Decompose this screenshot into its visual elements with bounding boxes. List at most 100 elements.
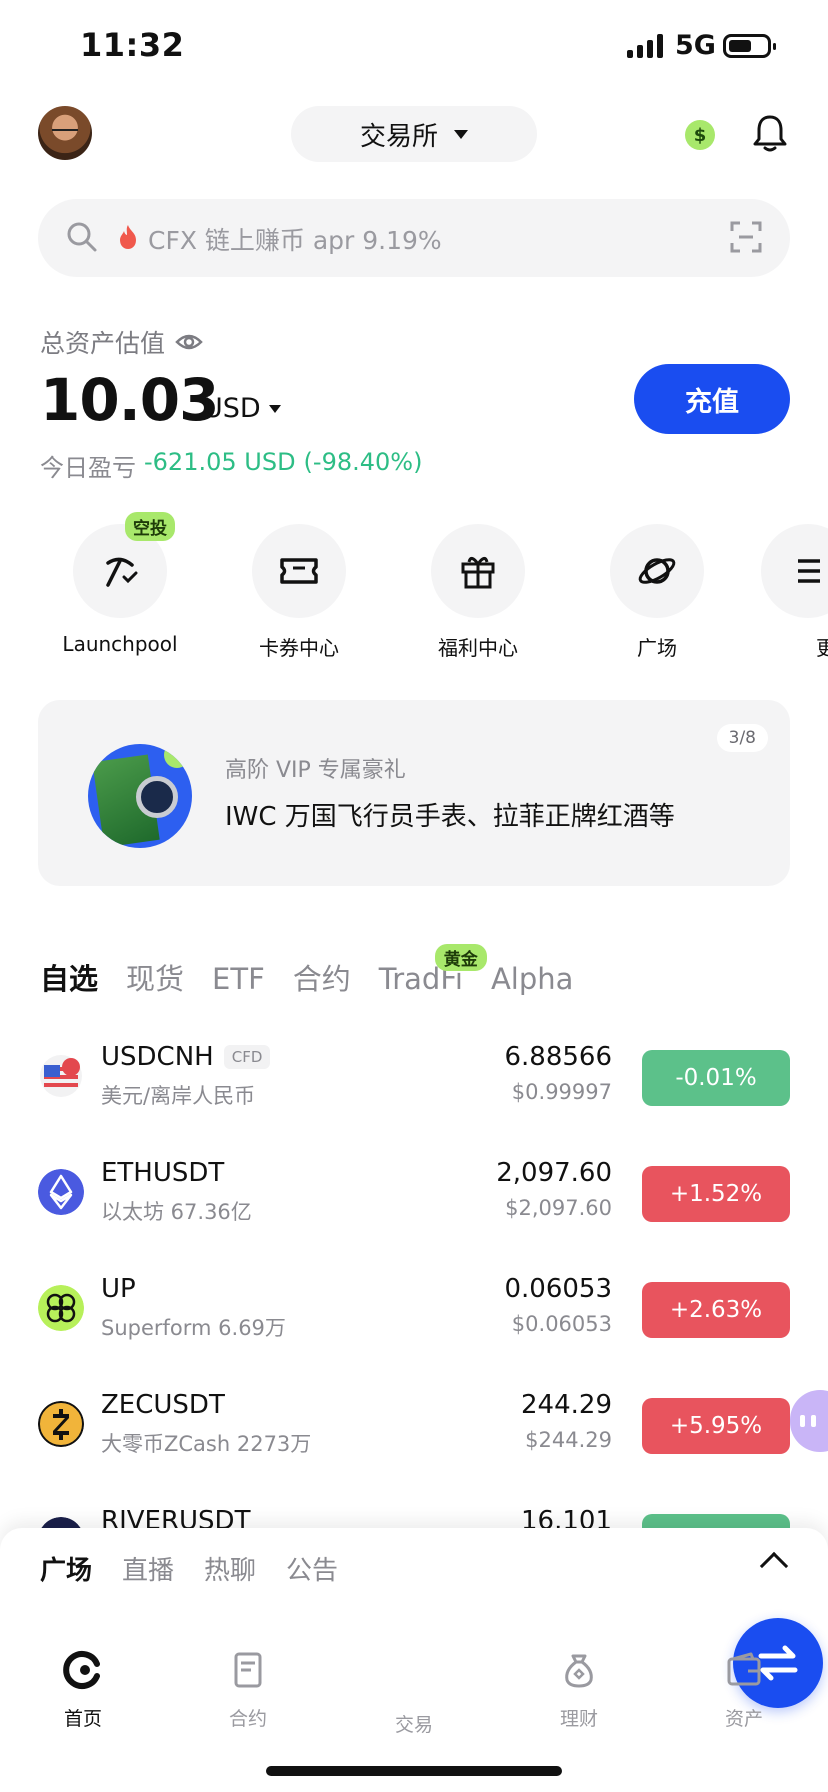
currency-label: USD <box>203 393 261 424</box>
nav-label: 交易 <box>394 1714 433 1736</box>
nav-home[interactable]: 首页 <box>33 1650 133 1731</box>
bell-icon[interactable] <box>752 113 788 153</box>
nav-label: 理财 <box>559 1708 598 1730</box>
row-price: 6.88566 <box>504 1042 612 1072</box>
banner-title: IWC 万国飞行员手表、拉菲正牌红酒等 <box>225 802 675 832</box>
home-icon <box>63 1651 100 1689</box>
row-name: 大零币ZCash 2273万 <box>101 1432 312 1456</box>
balance-label-row: 总资产估值 <box>40 324 203 360</box>
shortcut-square[interactable]: 广场 <box>582 524 732 661</box>
market-row[interactable]: ETHUSDT 以太坊 67.36亿 2,097.60 $2,097.60 +1… <box>0 1146 828 1238</box>
tab-live[interactable]: 直播 <box>122 1550 174 1587</box>
market-row[interactable]: USDCNH CFD 美元/离岸人民币 6.88566 $0.99997 -0.… <box>0 1030 828 1122</box>
nav-assets[interactable]: 资产 <box>694 1650 794 1731</box>
tab-tag: 黄金 <box>434 944 487 971</box>
shortcut-coupons[interactable]: 卡券中心 <box>224 524 374 661</box>
scan-icon[interactable] <box>730 221 762 253</box>
tab-tradfi[interactable]: TradFi 黄金 <box>379 944 487 996</box>
tab-spot[interactable]: 现货 <box>126 956 184 998</box>
tab-announcements[interactable]: 公告 <box>286 1550 338 1587</box>
daily-pnl: 今日盈亏 -621.05 USD (-98.40%) <box>40 448 422 483</box>
shortcut-rewards[interactable]: 福利中心 <box>403 524 553 661</box>
wallet-icon <box>727 1652 761 1686</box>
exchange-label: 交易所 <box>359 121 438 152</box>
bottom-nav: 首页 合约 交易 理财 资产 <box>0 1618 828 1792</box>
row-price: 2,097.60 <box>496 1158 612 1188</box>
status-bar: 11:32 5G <box>0 0 828 92</box>
panel-tabs: 广场 直播 热聊 公告 <box>40 1550 338 1587</box>
contract-icon <box>234 1652 262 1688</box>
money-bag-icon <box>565 1654 593 1688</box>
pnl-label: 今日盈亏 <box>40 454 136 482</box>
nav-earn[interactable]: 理财 <box>529 1650 629 1731</box>
search-placeholder: CFX 链上赚币 apr 9.19% <box>148 226 442 255</box>
planet-icon <box>638 558 676 584</box>
promo-banner[interactable]: 高阶 VIP 专属豪礼 IWC 万国飞行员手表、拉菲正牌红酒等 3/8 <box>38 700 790 886</box>
home-indicator <box>266 1766 562 1776</box>
tab-alpha[interactable]: Alpha <box>491 962 573 996</box>
caret-down-icon <box>454 129 468 139</box>
tab-favorites[interactable]: 自选 <box>40 956 98 998</box>
balance-label: 总资产估值 <box>40 329 166 358</box>
change-badge[interactable]: +5.95% <box>642 1398 790 1454</box>
exchange-switcher[interactable]: 交易所 <box>291 106 537 162</box>
row-name: 美元/离岸人民币 <box>101 1084 256 1108</box>
row-usd-price: $0.06053 <box>511 1312 612 1336</box>
more-icon <box>798 559 820 583</box>
tab-etf[interactable]: ETF <box>212 962 265 996</box>
currency-selector[interactable]: USD <box>203 393 281 424</box>
square-panel: 广场 直播 热聊 公告 <box>0 1528 828 1630</box>
row-usd-price: $2,097.60 <box>505 1196 612 1220</box>
shortcut-label: Launchpool <box>62 632 178 656</box>
row-symbol: ETHUSDT <box>101 1158 224 1188</box>
caret-down-icon <box>268 404 281 413</box>
nav-label: 首页 <box>63 1708 102 1730</box>
row-symbol: UP <box>101 1274 136 1304</box>
pnl-percent: (-98.40%) <box>303 448 423 476</box>
fire-icon <box>120 225 136 249</box>
market-tabs: 自选 现货 ETF 合约 TradFi 黄金 Alpha <box>40 944 573 998</box>
change-badge[interactable]: +1.52% <box>642 1166 790 1222</box>
superform-icon <box>38 1285 84 1331</box>
shortcut-badge: 空投 <box>125 512 175 541</box>
signal-icon <box>627 34 663 58</box>
market-row[interactable]: ZECUSDT 大零币ZCash 2273万 244.29 $244.29 +5… <box>0 1378 828 1470</box>
tab-futures[interactable]: 合约 <box>293 956 351 998</box>
nav-label: 资产 <box>724 1708 763 1730</box>
row-usd-price: $0.99997 <box>511 1080 612 1104</box>
avatar[interactable] <box>38 106 92 160</box>
nav-label: 合约 <box>228 1708 267 1730</box>
ethereum-icon <box>38 1169 84 1215</box>
deposit-button[interactable]: 充值 <box>634 364 790 434</box>
row-name: Superform 6.69万 <box>101 1316 286 1340</box>
banner-subtitle: 高阶 VIP 专属豪礼 <box>225 758 406 783</box>
cfd-badge: CFD <box>223 1045 271 1069</box>
gift-icon <box>461 557 495 589</box>
market-row[interactable]: UP Superform 6.69万 0.06053 $0.06053 +2.6… <box>0 1262 828 1354</box>
row-symbol: USDCNH CFD <box>101 1042 271 1072</box>
symbol-text: ZECUSDT <box>101 1390 225 1420</box>
row-name: 以太坊 67.36亿 <box>101 1200 252 1224</box>
dollar-icon[interactable]: $ <box>685 120 715 150</box>
chevron-up-icon[interactable] <box>759 1551 789 1581</box>
search-icon <box>67 222 97 252</box>
eye-icon[interactable] <box>175 332 203 352</box>
tab-square[interactable]: 广场 <box>40 1550 92 1587</box>
shortcut-label: 广场 <box>637 636 677 660</box>
battery-icon <box>723 34 776 58</box>
symbol-text: UP <box>101 1274 136 1304</box>
shortcut-launchpool[interactable]: 空投 Launchpool <box>45 512 195 656</box>
zcash-icon <box>38 1401 84 1447</box>
nav-trade[interactable]: 交易 <box>364 1618 823 1737</box>
tab-hot-chat[interactable]: 热聊 <box>204 1550 256 1587</box>
search-bar[interactable]: CFX 链上赚币 apr 9.19% <box>38 199 790 277</box>
change-badge[interactable]: -0.01% <box>642 1050 790 1106</box>
pnl-value: -621.05 USD <box>144 448 296 476</box>
shortcut-more[interactable]: 更 <box>761 524 828 661</box>
ticket-icon <box>280 558 318 584</box>
change-badge[interactable]: +2.63% <box>642 1282 790 1338</box>
shortcut-label: 更 <box>816 636 828 660</box>
symbol-text: ETHUSDT <box>101 1158 225 1188</box>
watch-icon <box>136 776 178 818</box>
nav-futures[interactable]: 合约 <box>198 1650 298 1731</box>
